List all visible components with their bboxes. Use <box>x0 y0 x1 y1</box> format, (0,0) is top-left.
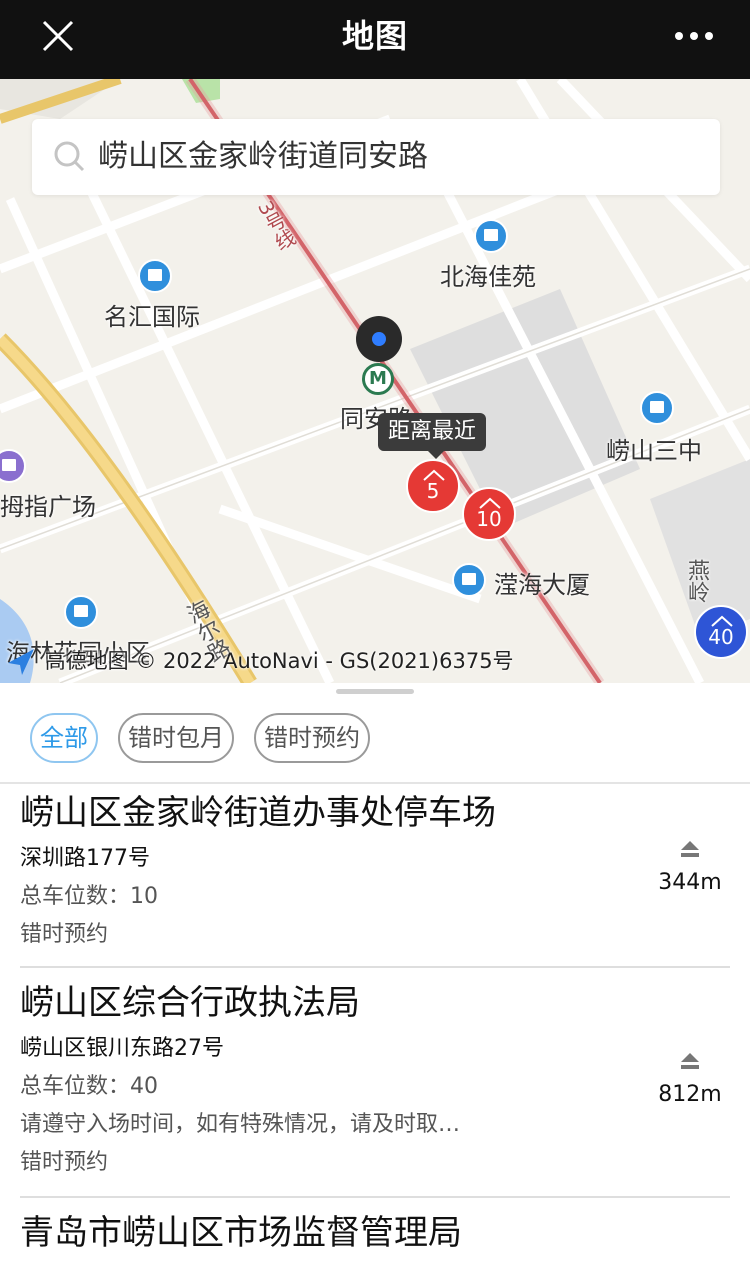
poi-muzhi[interactable]: 拇指广场 <box>0 487 96 522</box>
map-view[interactable]: 崂山区金家岭街道同安路 北海佳苑 名汇国际 同安路 崂山三中 拇指广场 滢海大厦… <box>0 79 750 683</box>
drag-handle[interactable] <box>336 689 414 694</box>
page-title: 地图 <box>341 17 408 55</box>
lot-spaces: 总车位数：10 <box>20 884 158 909</box>
filter-all[interactable]: 全部 <box>30 713 98 763</box>
search-bar[interactable]: 崂山区金家岭街道同安路 <box>32 119 720 195</box>
lot-address: 深圳路177号 <box>20 846 150 871</box>
lot-type: 错时预约 <box>20 922 109 947</box>
building-icon <box>138 259 172 293</box>
parking-marker[interactable]: 5 <box>406 459 460 513</box>
map-attribution: 高德地图 © 2022 AutoNavi - GS(2021)6375号 <box>4 645 514 679</box>
nearest-tooltip: 距离最近 <box>378 413 486 459</box>
lot-notice: 请遵守入场时间，如有特殊情况，请及时取… <box>20 1112 461 1137</box>
distance-block: 812m <box>650 1052 730 1107</box>
building-icon <box>474 219 508 253</box>
list-item[interactable]: 青岛市崂山区市场监督管理局 <box>20 1198 730 1276</box>
poi-minghui[interactable]: 名汇国际 <box>104 297 200 332</box>
lot-distance: 812m <box>658 1082 722 1107</box>
lot-name: 崂山区金家岭街道办事处停车场 <box>20 793 496 833</box>
filter-monthly[interactable]: 错时包月 <box>118 713 234 763</box>
lot-spaces: 总车位数：40 <box>20 1074 158 1099</box>
parking-marker-count: 5 <box>426 479 440 503</box>
attribution-text: 高德地图 © 2022 AutoNavi - GS(2021)6375号 <box>44 649 514 673</box>
metro-station-icon: M <box>362 363 394 395</box>
lot-type: 错时预约 <box>20 1150 109 1175</box>
navigation-arrow-icon <box>8 649 34 675</box>
building-icon <box>64 595 98 629</box>
filter-reservation[interactable]: 错时预约 <box>254 713 370 763</box>
direction-icon <box>681 1053 699 1069</box>
search-icon <box>54 141 85 172</box>
search-input[interactable]: 崂山区金家岭街道同安路 <box>98 119 428 195</box>
current-location-marker[interactable] <box>356 316 402 362</box>
school-icon <box>640 391 674 425</box>
parking-marker-count: 10 <box>476 507 502 531</box>
poi-yinghai[interactable]: 滢海大厦 <box>494 565 590 600</box>
list-item[interactable]: 崂山区综合行政执法局 崂山区银川东路27号 总车位数：40 请遵守入场时间，如有… <box>20 968 730 1198</box>
direction-icon <box>681 841 699 857</box>
poi-laoshan3[interactable]: 崂山三中 <box>606 431 702 466</box>
lot-address: 崂山区银川东路27号 <box>20 1036 224 1061</box>
list-item[interactable]: 崂山区金家岭街道办事处停车场 深圳路177号 总车位数：10 错时预约 344m <box>20 786 730 968</box>
top-bar: 地图 <box>0 0 750 79</box>
parking-marker[interactable]: 10 <box>462 487 516 541</box>
filter-tabs: 全部 错时包月 错时预约 <box>30 713 370 763</box>
more-icon[interactable] <box>674 22 714 50</box>
lot-name: 崂山区综合行政执法局 <box>20 983 360 1023</box>
distance-block: 344m <box>650 840 730 895</box>
parking-list: 崂山区金家岭街道办事处停车场 深圳路177号 总车位数：10 错时预约 344m… <box>0 786 750 1276</box>
lot-name: 青岛市崂山区市场监督管理局 <box>20 1213 462 1253</box>
divider <box>0 782 750 784</box>
parking-marker[interactable]: 40 <box>694 605 748 659</box>
poi-beihai[interactable]: 北海佳苑 <box>440 257 536 292</box>
building-icon <box>452 563 486 597</box>
parking-marker-count: 40 <box>708 625 734 649</box>
road-yanling: 燕岭 <box>684 559 709 603</box>
lot-distance: 344m <box>658 870 722 895</box>
